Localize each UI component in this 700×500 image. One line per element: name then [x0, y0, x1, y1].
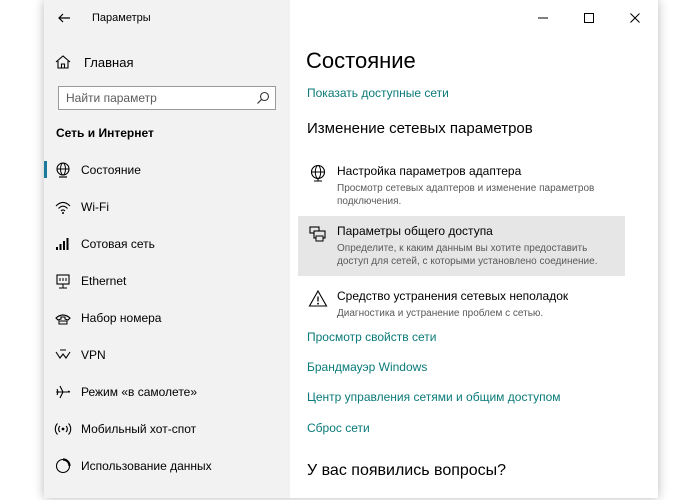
- close-icon: [630, 13, 640, 23]
- window-title: Параметры: [92, 12, 151, 24]
- search-box: [58, 86, 276, 110]
- troubleshooter-item[interactable]: Средство устранения сетевых неполадок Ди…: [298, 281, 625, 323]
- title-bar: Параметры: [44, 0, 290, 36]
- sidebar-item-airplane[interactable]: Режим «в самолете»: [44, 373, 290, 410]
- home-icon: [55, 55, 71, 69]
- change-settings-heading: Изменение сетевых параметров: [307, 120, 533, 137]
- network-center-link[interactable]: Центр управления сетями и общим доступом: [307, 390, 561, 404]
- close-button[interactable]: [612, 0, 658, 36]
- sidebar-item-status[interactable]: Состояние: [44, 151, 290, 188]
- section-heading: Сеть и Интернет: [56, 126, 154, 140]
- hotspot-icon: [54, 420, 72, 438]
- setting-title: Средство устранения сетевых неполадок: [337, 289, 569, 303]
- minimize-button[interactable]: [520, 0, 566, 36]
- sidebar-item-label: Ethernet: [81, 273, 127, 288]
- cellular-icon: [54, 235, 72, 253]
- home-label: Главная: [84, 54, 134, 70]
- maximize-icon: [584, 13, 594, 23]
- home-nav-item[interactable]: Главная: [54, 52, 133, 72]
- show-networks-link[interactable]: Показать доступные сети: [307, 86, 449, 100]
- sidebar-nav: Состояние Wi-Fi Сотовая сеть Ethernet На…: [44, 151, 290, 484]
- sidebar-item-data-usage[interactable]: Использование данных: [44, 447, 290, 484]
- window-controls: [520, 0, 658, 36]
- vpn-icon: [54, 346, 72, 364]
- sidebar-item-label: Режим «в самолете»: [81, 384, 198, 399]
- back-button[interactable]: [54, 8, 76, 28]
- sidebar-item-wifi[interactable]: Wi-Fi: [44, 188, 290, 225]
- setting-description: Определите, к каким данным вы хотите пре…: [337, 243, 598, 267]
- back-arrow-icon: [58, 13, 70, 23]
- sidebar-item-label: VPN: [81, 347, 106, 362]
- sidebar-item-cellular[interactable]: Сотовая сеть: [44, 225, 290, 262]
- search-icon[interactable]: [256, 91, 270, 105]
- globe-status-icon: [54, 161, 72, 179]
- sharing-settings-item[interactable]: Параметры общего доступа Определите, к к…: [298, 216, 625, 276]
- questions-heading: У вас появились вопросы?: [307, 462, 507, 479]
- dialup-icon: [54, 309, 72, 327]
- sidebar-item-label: Использование данных: [81, 458, 212, 473]
- setting-title: Настройка параметров адаптера: [337, 164, 522, 178]
- sidebar-item-label: Wi-Fi: [81, 199, 109, 214]
- settings-window: Параметры Главная Сеть и Интернет: [44, 0, 658, 498]
- network-properties-link[interactable]: Просмотр свойств сети: [307, 330, 436, 344]
- sharing-printer-icon: [308, 224, 328, 244]
- sidebar-item-label: Состояние: [81, 162, 141, 177]
- search-input[interactable]: [59, 87, 246, 109]
- firewall-link[interactable]: Брандмауэр Windows: [307, 360, 427, 374]
- sidebar-item-dialup[interactable]: Набор номера: [44, 299, 290, 336]
- ethernet-icon: [54, 272, 72, 290]
- setting-title: Параметры общего доступа: [337, 224, 493, 238]
- airplane-icon: [54, 383, 72, 401]
- main-content: Состояние Показать доступные сети Измене…: [290, 0, 658, 498]
- sidebar-item-hotspot[interactable]: Мобильный хот-спот: [44, 410, 290, 447]
- adapter-globe-icon: [308, 164, 328, 184]
- sidebar-item-label: Набор номера: [81, 310, 162, 325]
- page-title: Состояние: [306, 48, 416, 73]
- sidebar-item-label: Сотовая сеть: [81, 236, 155, 251]
- maximize-button[interactable]: [566, 0, 612, 36]
- sidebar: Параметры Главная Сеть и Интернет: [44, 0, 290, 498]
- minimize-icon: [538, 17, 548, 19]
- wifi-icon: [54, 198, 72, 216]
- setting-description: Просмотр сетевых адаптеров и изменение п…: [337, 183, 595, 207]
- adapter-settings-item[interactable]: Настройка параметров адаптера Просмотр с…: [298, 156, 625, 210]
- data-usage-icon: [54, 457, 72, 475]
- setting-description: Диагностика и устранение проблем с сетью…: [337, 308, 544, 319]
- network-reset-link[interactable]: Сброс сети: [307, 421, 370, 435]
- warning-icon: [308, 289, 328, 309]
- sidebar-item-ethernet[interactable]: Ethernet: [44, 262, 290, 299]
- sidebar-item-label: Мобильный хот-спот: [81, 421, 197, 436]
- sidebar-item-vpn[interactable]: VPN: [44, 336, 290, 373]
